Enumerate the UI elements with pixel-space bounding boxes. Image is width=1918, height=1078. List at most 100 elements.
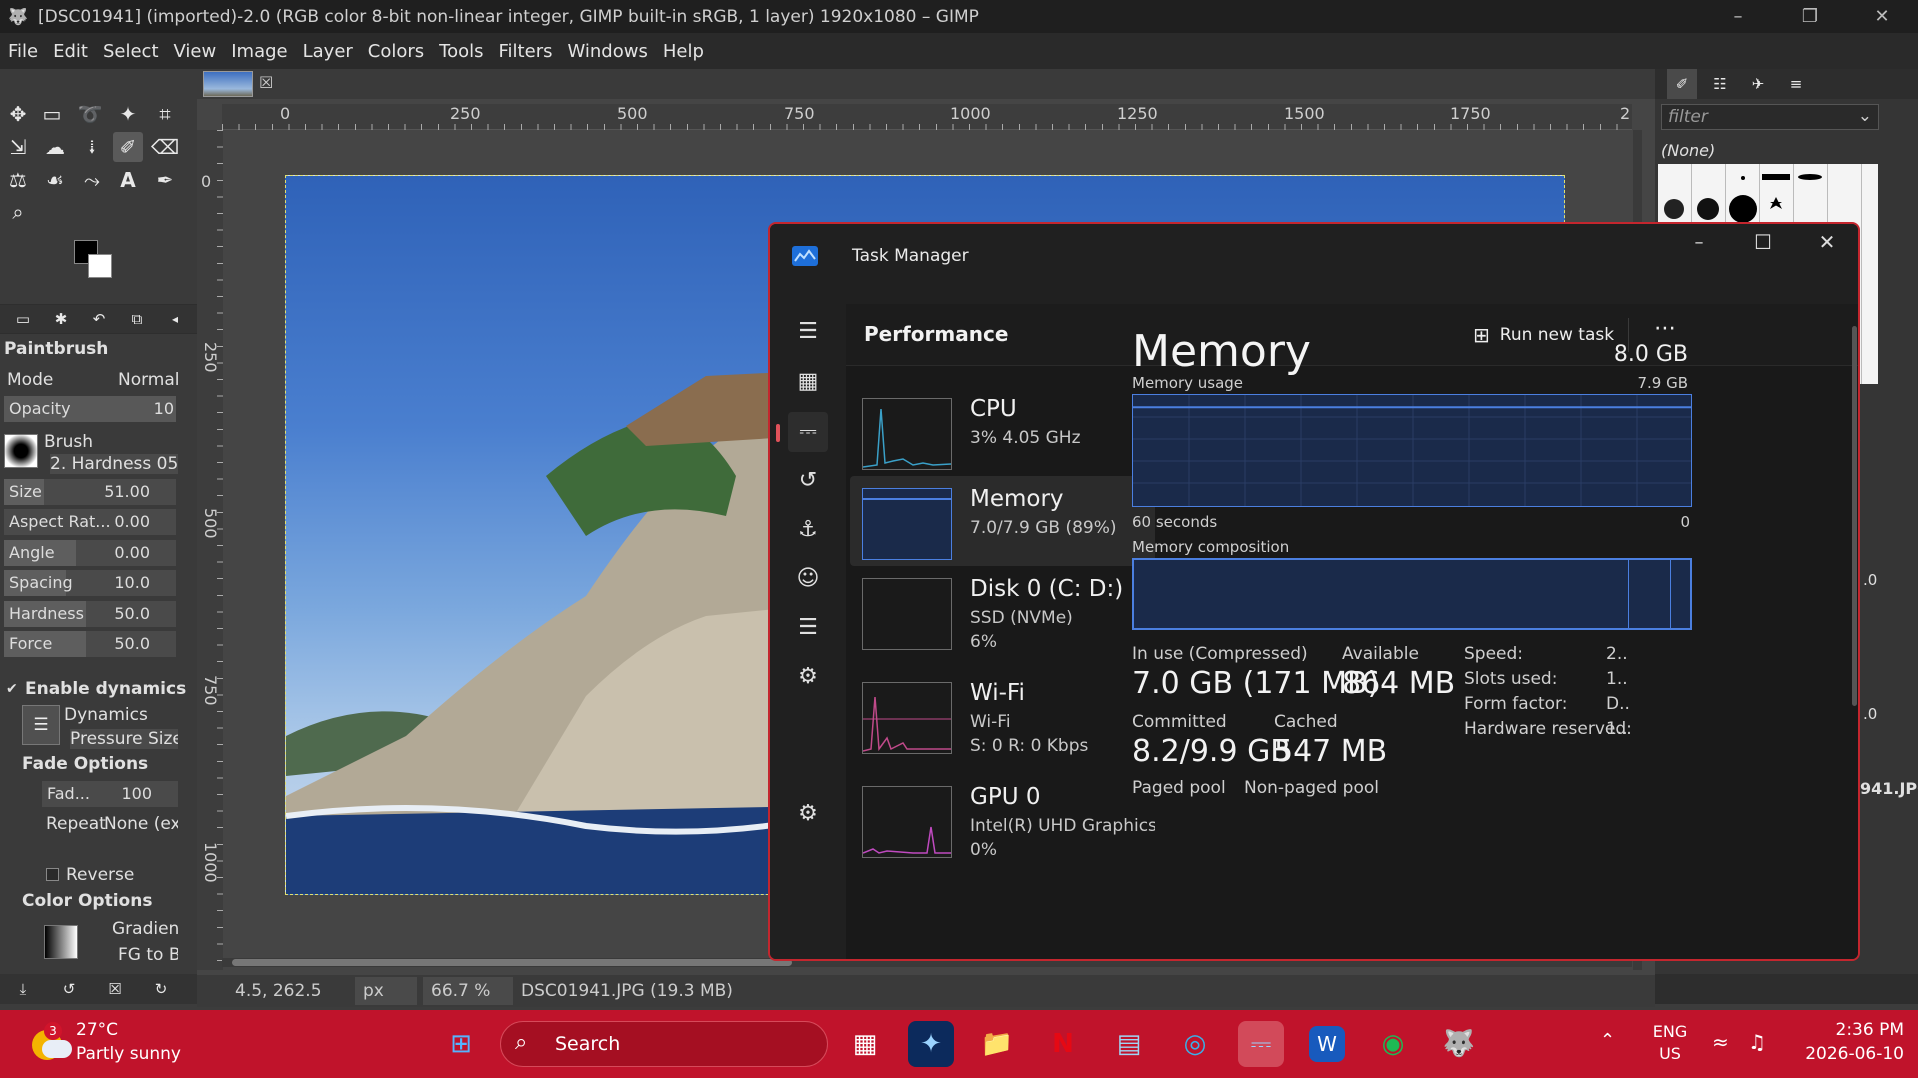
zoom-select[interactable]: 66.7 % [423, 977, 513, 1005]
tool-options-tab-icon[interactable]: ▭ [8, 304, 38, 334]
show-hidden-icons[interactable]: ⌃ [1600, 1030, 1615, 1051]
tm-minimize-button[interactable]: – [1670, 232, 1728, 264]
brush-name[interactable]: 2. Hardness 050 [50, 454, 178, 474]
gradient-preview[interactable] [44, 925, 78, 959]
more-options-icon[interactable]: ⋯ [1654, 316, 1676, 341]
details-icon[interactable]: ☰ [788, 608, 828, 648]
transform-icon[interactable]: ⇲ [3, 132, 33, 162]
fonts-tab-icon[interactable]: ✈ [1743, 69, 1773, 99]
unit-select[interactable]: px [355, 977, 417, 1005]
clock-time[interactable]: 2:36 PM [1794, 1020, 1905, 1040]
hardness-slider[interactable]: Hardness 50.0 [4, 601, 176, 627]
dynamics-icon[interactable]: ☰ [22, 705, 60, 745]
smudge-icon[interactable]: ☙ [40, 165, 70, 195]
menu-select[interactable]: Select [103, 41, 159, 62]
resource-item-cpu[interactable]: CPU 3% 4.05 GHz [850, 386, 1155, 476]
tm-maximize-button[interactable]: ☐ [1734, 230, 1792, 262]
crop-icon[interactable]: ⌗ [150, 99, 180, 129]
resource-item-disk[interactable]: Disk 0 (C: D:) SSD (NVMe) 6% [850, 566, 1155, 656]
disney-plus-icon[interactable]: ✦ [908, 1021, 954, 1067]
language-top[interactable]: ENG [1650, 1022, 1690, 1041]
gradient-value[interactable]: FG to B [118, 945, 178, 965]
wifi-status-icon[interactable]: ≈ [1712, 1030, 1729, 1054]
menu-filters[interactable]: Filters [499, 41, 553, 62]
image-tab-thumbnail[interactable] [203, 71, 253, 97]
restore-options-icon[interactable]: ↺ [54, 974, 84, 1004]
resource-item-gpu[interactable]: GPU 0 Intel(R) UHD Graphics ... 0% [850, 774, 1155, 864]
undo-history-tab-icon[interactable]: ↶ [84, 304, 114, 334]
menu-file[interactable]: File [8, 41, 38, 62]
resource-item-wifi[interactable]: Wi-Fi Wi-Fi S: 0 R: 0 Kbps [850, 670, 1155, 760]
edge-icon[interactable]: ◎ [1172, 1021, 1218, 1067]
reverse-checkbox[interactable] [46, 868, 59, 881]
fade-length-slider[interactable]: Fad... 100 [42, 781, 178, 807]
services-icon[interactable]: ⚙ [788, 657, 828, 697]
mode-select[interactable]: Normal [118, 370, 180, 390]
tm-close-button[interactable]: ✕ [1798, 230, 1856, 262]
search-box[interactable]: ⌕ Search [500, 1021, 828, 1067]
patterns-tab-icon[interactable]: ☷ [1705, 69, 1735, 99]
reset-options-icon[interactable]: ↻ [146, 974, 176, 1004]
lasso-icon[interactable]: ➰ [75, 99, 105, 129]
brushes-tab-icon[interactable]: ✐ [1667, 69, 1697, 99]
word-icon[interactable]: W [1309, 1026, 1345, 1062]
menu-edit[interactable]: Edit [53, 41, 88, 62]
minimize-button[interactable]: – [1702, 0, 1774, 33]
aspect-slider[interactable]: Aspect Rat... 0.00 [4, 509, 176, 535]
menu-image[interactable]: Image [231, 41, 287, 62]
restore-button[interactable]: ❐ [1774, 0, 1846, 33]
angle-slider[interactable]: Angle 0.00 [4, 540, 176, 566]
repeat-select[interactable]: None (ex [104, 814, 178, 834]
netflix-icon[interactable]: N [1040, 1021, 1086, 1067]
users-icon[interactable]: ☺ [788, 559, 828, 599]
app-history-icon[interactable]: ↺ [788, 461, 828, 501]
rect-select-icon[interactable]: ▭ [37, 99, 67, 129]
color-picker-icon[interactable]: ✒ [150, 165, 180, 195]
device-status-tab-icon[interactable]: ✱ [46, 304, 76, 334]
size-slider[interactable]: Size 51.00 [4, 479, 176, 505]
warp-icon[interactable]: ☁ [40, 132, 70, 162]
file-explorer-icon[interactable]: 📁 [974, 1021, 1020, 1067]
menu-layer[interactable]: Layer [303, 41, 353, 62]
background-color-swatch[interactable] [88, 254, 112, 278]
gimp-taskbar-icon[interactable]: 🐺 [1436, 1021, 1482, 1067]
clock-date[interactable]: 2026-06-10 [1794, 1044, 1904, 1064]
delete-options-icon[interactable]: ☒ [100, 974, 130, 1004]
force-slider[interactable]: Force 50.0 [4, 631, 176, 657]
resource-item-memory[interactable]: Memory 7.0/7.9 GB (89%) [850, 476, 1155, 566]
spotify-icon[interactable]: ◉ [1370, 1021, 1416, 1067]
store-icon[interactable]: ▦ [842, 1021, 888, 1067]
settings-icon[interactable]: ⚙ [788, 794, 828, 834]
task-manager-taskbar-icon[interactable]: ⎓ [1238, 1021, 1284, 1067]
images-tab-icon[interactable]: ⧉ [122, 304, 152, 334]
menu-help[interactable]: Help [663, 41, 704, 62]
clone-icon[interactable]: ⚖ [3, 165, 33, 195]
dynamics-value[interactable]: Pressure Size [70, 729, 178, 749]
text-tool-icon[interactable]: A [113, 165, 143, 195]
processes-icon[interactable]: ▦ [788, 362, 828, 402]
bucket-fill-icon[interactable]: ⭭ [77, 132, 107, 162]
dynamics-checkbox[interactable]: ✔ [6, 681, 18, 697]
menu-tools[interactable]: Tools [439, 41, 483, 62]
close-button[interactable]: ✕ [1846, 0, 1918, 33]
close-tab-icon[interactable]: ☒ [259, 73, 273, 92]
spacing-slider[interactable]: Spacing 10.0 [4, 570, 176, 596]
zoom-icon[interactable]: ⌕ [3, 197, 33, 227]
paintbrush-icon[interactable]: ✐ [113, 132, 143, 162]
path-icon[interactable]: ⤳ [77, 165, 107, 195]
menu-windows[interactable]: Windows [567, 41, 647, 62]
start-button-icon[interactable]: ⊞ [438, 1021, 484, 1067]
brush-preview[interactable] [4, 434, 38, 468]
performance-icon[interactable]: ⎓ [788, 412, 828, 452]
menu-view[interactable]: View [174, 41, 217, 62]
menu-colors[interactable]: Colors [368, 41, 424, 62]
fuzzy-select-icon[interactable]: ✦ [113, 99, 143, 129]
startup-apps-icon[interactable]: ⚓ [788, 510, 828, 550]
widgets-icon[interactable]: ▤ [1106, 1021, 1152, 1067]
weather-widget[interactable]: 3 [28, 1022, 72, 1062]
move-tool-icon[interactable]: ✥ [3, 99, 33, 129]
hamburger-menu-icon[interactable]: ☰ [788, 312, 828, 352]
tm-scrollbar[interactable] [1852, 326, 1857, 706]
language-bottom[interactable]: US [1650, 1044, 1690, 1063]
volume-icon[interactable]: ♫ [1748, 1030, 1766, 1054]
